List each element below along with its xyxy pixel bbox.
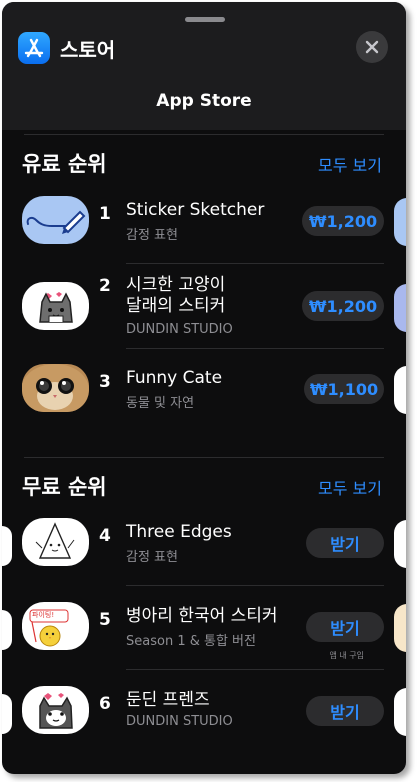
next-page-thumb <box>394 198 406 246</box>
app-name: 병아리 한국어 스티커 <box>126 606 278 626</box>
chick-banner-text: 파이팅! <box>32 611 55 619</box>
app-subtitle: Season 1 & 통합 버전 <box>126 634 256 649</box>
next-page-thumb <box>394 366 406 414</box>
list-item[interactable]: 6 둔딘 프렌즈 DUNDIN STUDIO 받기 <box>2 672 406 756</box>
close-button[interactable] <box>356 31 388 63</box>
rank-number: 4 <box>99 526 111 546</box>
rank-number: 5 <box>99 610 111 630</box>
row-separator <box>126 263 384 264</box>
dundin-friends-thumb <box>22 686 89 734</box>
paid-section-title: 유료 순위 <box>22 152 107 176</box>
row-separator <box>126 585 384 586</box>
list-item[interactable]: 2 시크한 고양이 달래의 스티커 DUNDIN STUDIO ₩1,200 <box>2 266 406 350</box>
price-button[interactable]: ₩1,200 <box>302 291 384 321</box>
close-icon <box>365 40 379 54</box>
list-item[interactable]: 1 Sticker Sketcher 감정 표현 ₩1,200 <box>2 182 406 266</box>
next-page-thumb <box>394 284 406 332</box>
app-store-icon <box>18 32 50 64</box>
row-separator <box>126 348 384 349</box>
prev-page-thumb <box>2 526 12 566</box>
app-subtitle: DUNDIN STUDIO <box>126 322 233 337</box>
app-name: 둔딘 프렌즈 <box>126 690 210 710</box>
chick-sticker-thumb: 파이팅! <box>22 602 89 650</box>
three-edges-thumb <box>22 518 89 566</box>
app-name: 시크한 고양이 달래의 스티커 <box>126 275 226 316</box>
next-page-thumb <box>394 604 406 652</box>
rank-number: 6 <box>99 694 111 714</box>
prev-page-thumb <box>2 610 12 650</box>
price-button[interactable]: ₩1,200 <box>302 206 384 236</box>
app-name: Sticker Sketcher <box>126 200 265 220</box>
app-name: Three Edges <box>126 522 232 542</box>
row-separator <box>126 669 384 670</box>
store-header: 스토어 <box>18 30 115 66</box>
app-subtitle: 감정 표현 <box>126 228 178 243</box>
in-app-purchase-note: 앱 내 구입 <box>329 651 364 660</box>
free-section-title: 무료 순위 <box>22 475 107 499</box>
rank-number: 3 <box>99 372 111 392</box>
paid-see-all-link[interactable]: 모두 보기 <box>318 152 382 176</box>
rank-number: 1 <box>99 204 111 224</box>
divider <box>24 134 384 135</box>
price-button[interactable]: ₩1,100 <box>304 374 384 404</box>
app-subtitle: DUNDIN STUDIO <box>126 714 233 729</box>
chic-cat-thumb <box>22 282 89 330</box>
free-see-all-link[interactable]: 모두 보기 <box>318 475 382 499</box>
funny-cate-thumb <box>22 364 89 412</box>
list-item[interactable]: 파이팅! 5 병아리 한국어 스티커 Season 1 & 통합 버전 받기 앱… <box>2 588 406 672</box>
get-button[interactable]: 받기 <box>306 528 384 558</box>
app-subtitle: 동물 및 자연 <box>126 396 195 411</box>
sheet-grabber[interactable] <box>185 17 225 22</box>
list-item[interactable]: 4 Three Edges 감정 표현 받기 <box>2 504 406 588</box>
get-button[interactable]: 받기 <box>306 696 384 726</box>
sticker-sketcher-thumb <box>22 196 89 244</box>
rank-number: 2 <box>99 276 111 296</box>
app-subtitle: 감정 표현 <box>126 550 178 565</box>
next-page-thumb <box>394 688 406 736</box>
app-store-sheet: 스토어 App Store 유료 순위 모두 보기 1 Sticker Sket… <box>2 2 406 774</box>
app-name: Funny Cate <box>126 368 223 388</box>
list-item[interactable]: 3 Funny Cate 동물 및 자연 ₩1,100 <box>2 350 406 434</box>
prev-page-thumb <box>2 694 12 734</box>
next-page-thumb <box>394 520 406 568</box>
nav-title: App Store <box>156 91 252 111</box>
get-button[interactable]: 받기 <box>306 612 384 642</box>
divider <box>24 457 384 458</box>
store-title: 스토어 <box>60 37 116 62</box>
